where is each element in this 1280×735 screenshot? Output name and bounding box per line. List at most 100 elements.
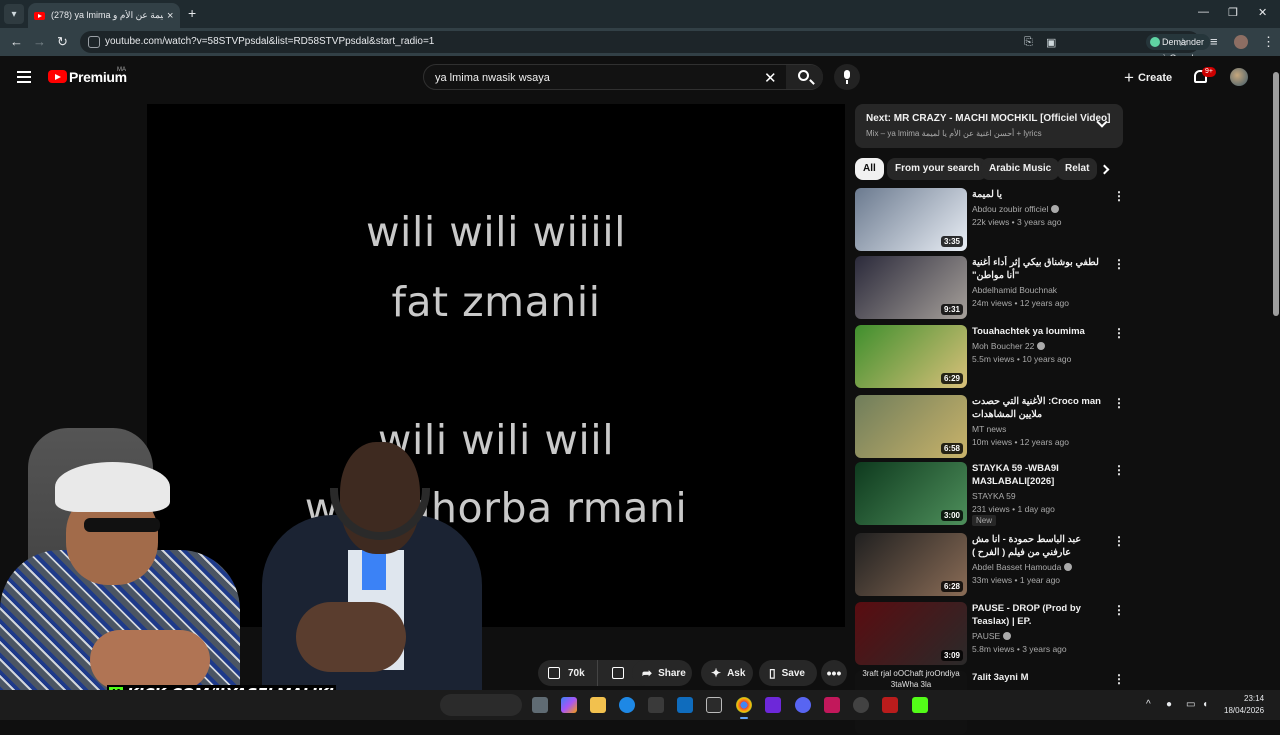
kick-app-icon[interactable]: [912, 697, 928, 713]
taskbar-clock[interactable]: 23:14 18/04/2026: [1224, 693, 1264, 717]
video-channel[interactable]: PAUSE: [972, 631, 1012, 641]
more-options-icon[interactable]: ⋮: [1113, 326, 1125, 340]
video-title[interactable]: STAYKA 59 -WBA9I MA3LABALI[2026]: [972, 462, 1112, 488]
minimize-icon[interactable]: —: [1198, 6, 1209, 18]
video-item[interactable]: 3:35 يا لميمة Abdou zoubir officiel 22k vie…: [855, 188, 1130, 252]
outlook-icon[interactable]: [677, 697, 693, 713]
video-thumbnail[interactable]: 3:00: [855, 462, 967, 525]
video-item[interactable]: 6:29 Touahachtek ya loumima Moh Boucher 22…: [855, 325, 1130, 389]
site-info-icon[interactable]: [88, 36, 100, 48]
video-title[interactable]: عبد الباسط حمودة - انا مش عارفني من فيلم…: [972, 533, 1112, 559]
search-input[interactable]: ya lmima nwasik wsaya: [435, 72, 550, 84]
browser-tab-youtube[interactable]: (278) ya lmima يا لميمة عن الأم و ×: [28, 3, 180, 28]
bookmark-star-icon[interactable]: ☆: [1178, 36, 1188, 49]
video-channel[interactable]: Abdou zoubir officiel: [972, 204, 1060, 214]
video-thumbnail[interactable]: 9:31: [855, 256, 967, 319]
video-title[interactable]: لطفي بوشناق بيكي إثر أداء أغنية "أنا موا…: [972, 256, 1112, 282]
create-label: Create: [1137, 72, 1173, 84]
volume-icon[interactable]: ◖: [1202, 699, 1208, 710]
playlist-next-card[interactable]: Next: MR CRAZY - MACHI MOCHKIL [Officiel…: [855, 104, 1123, 148]
video-channel[interactable]: Abdelhamid Bouchnak: [972, 285, 1057, 295]
video-title[interactable]: 7alit 3ayni M: [972, 671, 1112, 684]
chrome-icon[interactable]: [736, 697, 752, 713]
edge-icon[interactable]: [619, 697, 635, 713]
video-channel[interactable]: STAYKA 59: [972, 491, 1016, 501]
scrollbar-thumb[interactable]: [1273, 72, 1279, 316]
video-item[interactable]: 6:28 عبد الباسط حمودة - انا مش عارفني من …: [855, 533, 1130, 597]
reading-list-icon[interactable]: ≡: [1210, 34, 1218, 49]
chrome-menu-icon[interactable]: ⋮: [1262, 34, 1275, 50]
channel-name: Abdel Basset Hamouda: [972, 562, 1062, 572]
tab-list-icon[interactable]: ▾: [4, 4, 24, 24]
translate-icon[interactable]: ⎘: [1024, 36, 1033, 49]
streamer-webcam-overlay: KKICK.COM/ILYASELMALIKI: [0, 420, 560, 720]
more-options-icon[interactable]: ⋮: [1113, 189, 1125, 203]
chip-related[interactable]: Relat: [1057, 158, 1098, 180]
video-thumbnail[interactable]: 3:35: [855, 188, 967, 251]
more-options-icon[interactable]: ⋮: [1113, 603, 1125, 617]
video-item[interactable]: 3:00 STAYKA 59 -WBA9I MA3LABALI[2026] STAY…: [855, 462, 1130, 526]
more-options-icon[interactable]: ⋮: [1113, 257, 1125, 271]
menu-icon[interactable]: [17, 71, 31, 86]
restore-icon[interactable]: ❐: [1228, 6, 1238, 19]
youtube-logo-icon[interactable]: [48, 70, 67, 83]
video-title[interactable]: Touahachtek ya loumima: [972, 325, 1112, 338]
game-app-icon[interactable]: [765, 697, 781, 713]
cast-icon[interactable]: ▣: [1046, 36, 1056, 49]
video-title[interactable]: يا لميمة: [972, 188, 1112, 201]
video-thumbnail[interactable]: 6:28: [855, 533, 967, 596]
video-channel[interactable]: Moh Boucher 22: [972, 341, 1046, 351]
network-icon[interactable]: ▭: [1186, 699, 1195, 710]
store-icon[interactable]: [648, 697, 664, 713]
more-options-icon[interactable]: ⋮: [1113, 463, 1125, 477]
url-text[interactable]: youtube.com/watch?v=58STVPpsdal&list=RD5…: [105, 36, 434, 47]
voice-search-icon[interactable]: [834, 64, 860, 90]
video-item[interactable]: 3:09 PAUSE - DROP (Prod by Teaslax) | EP.…: [855, 602, 1130, 666]
close-window-icon[interactable]: ✕: [1258, 6, 1267, 19]
video-channel[interactable]: Abdel Basset Hamouda: [972, 562, 1073, 572]
obs-icon[interactable]: [853, 697, 869, 713]
video-channel[interactable]: MT news: [972, 424, 1006, 434]
video-title[interactable]: Croco man: الأغنية التي حصدت ملايين المش…: [972, 395, 1112, 421]
video-thumbnail[interactable]: 6:29: [855, 325, 967, 388]
more-options-icon[interactable]: ⋮: [1113, 672, 1125, 686]
clear-search-icon[interactable]: ✕: [764, 69, 777, 87]
tray-chevron-icon[interactable]: ^: [1146, 699, 1151, 710]
app-red-icon[interactable]: [882, 697, 898, 713]
address-bar[interactable]: youtube.com/watch?v=58STVPpsdal&list=RD5…: [80, 31, 1211, 63]
more-options-icon[interactable]: ⋮: [1113, 534, 1125, 548]
thumbs-down-icon[interactable]: [612, 667, 624, 679]
discord-icon[interactable]: [795, 697, 811, 713]
video-item[interactable]: 9:31 لطفي بوشناق بيكي إثر أداء أغنية "أنا…: [855, 256, 1130, 320]
video-thumbnail[interactable]: 6:58: [855, 395, 967, 458]
video-title[interactable]: PAUSE - DROP (Prod by Teaslax) | EP. MET…: [972, 602, 1112, 629]
more-actions-button[interactable]: •••: [821, 660, 847, 686]
new-tab-icon[interactable]: +: [188, 5, 196, 21]
search-button[interactable]: [786, 65, 823, 89]
taskbar-search[interactable]: [440, 694, 522, 716]
account-avatar[interactable]: [1230, 68, 1248, 86]
forward-icon[interactable]: →: [33, 34, 46, 49]
create-button[interactable]: + Create: [1124, 68, 1172, 88]
ask-button[interactable]: ✦ Ask: [701, 660, 753, 686]
tab-close-icon[interactable]: ×: [167, 10, 173, 22]
chip-all[interactable]: All: [855, 158, 884, 180]
back-icon[interactable]: ←: [10, 34, 23, 49]
chip-from-your-search[interactable]: From your search: [887, 158, 988, 180]
video-thumbnail[interactable]: 3:09: [855, 602, 967, 665]
mic-tray-icon[interactable]: ●: [1166, 699, 1172, 710]
folder-app-icon[interactable]: [706, 697, 722, 713]
share-button[interactable]: ➦ Share: [632, 660, 692, 686]
search-box[interactable]: ya lmima nwasik wsaya ✕: [423, 64, 823, 90]
save-button[interactable]: ▯ Save: [759, 660, 817, 686]
task-view-icon[interactable]: [532, 697, 548, 713]
adobe-icon[interactable]: [824, 697, 840, 713]
copilot-icon[interactable]: [561, 697, 577, 713]
chip-arabic-music[interactable]: Arabic Music: [981, 158, 1060, 180]
more-options-icon[interactable]: ⋮: [1113, 396, 1125, 410]
video-item[interactable]: 6:58 Croco man: الأغنية التي حصدت ملايين …: [855, 395, 1130, 459]
file-explorer-icon[interactable]: [590, 697, 606, 713]
chrome-profile-avatar[interactable]: [1234, 35, 1248, 49]
reload-icon[interactable]: ↻: [57, 34, 68, 50]
chevron-right-icon[interactable]: [1099, 164, 1110, 175]
